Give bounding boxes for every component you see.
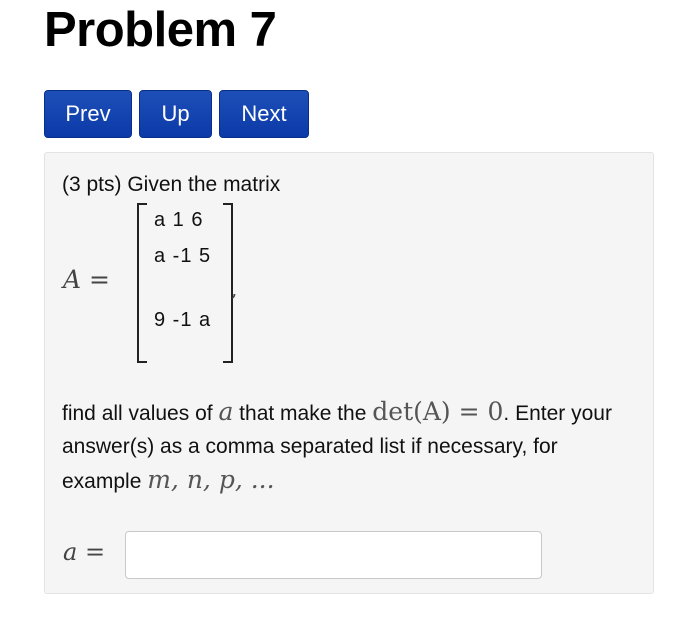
answer-equals: = <box>77 538 106 566</box>
instructions-part-1: find all values of <box>62 402 219 425</box>
answer-variable: a <box>63 538 78 566</box>
next-button[interactable]: Next <box>219 90 309 138</box>
matrix-equals: = <box>89 265 110 294</box>
matrix-row-1: a 1 6 <box>154 209 204 231</box>
matrix-row-3: 9 -1 a <box>154 309 212 331</box>
up-button[interactable]: Up <box>139 90 212 138</box>
page-title: Problem 7 <box>44 3 277 57</box>
matrix-name: A <box>63 265 82 294</box>
problem-panel: (3 pts) Given the matrix A = a 1 6 a -1 … <box>44 152 654 594</box>
matrix-trailing-comma: , <box>231 277 238 301</box>
answer-label: a = <box>63 538 105 566</box>
problem-instructions: find all values of a that make the det(A… <box>62 395 642 498</box>
problem-navigation: Prev Up Next <box>44 90 309 138</box>
left-bracket <box>137 203 147 363</box>
variable-a: a <box>218 397 234 426</box>
matrix-row-2: a -1 5 <box>154 245 212 267</box>
prev-button[interactable]: Prev <box>44 90 132 138</box>
instructions-part-2: that make the <box>233 402 373 425</box>
answer-input[interactable] <box>125 531 542 579</box>
matrix-lhs: A = <box>63 265 110 294</box>
example-list: m, n, p, ... <box>147 465 275 494</box>
determinant-expression: det(A) = 0 <box>372 397 504 426</box>
problem-intro: (3 pts) Given the matrix <box>62 173 281 196</box>
matrix: a 1 6 a -1 5 9 -1 a <box>137 203 233 363</box>
